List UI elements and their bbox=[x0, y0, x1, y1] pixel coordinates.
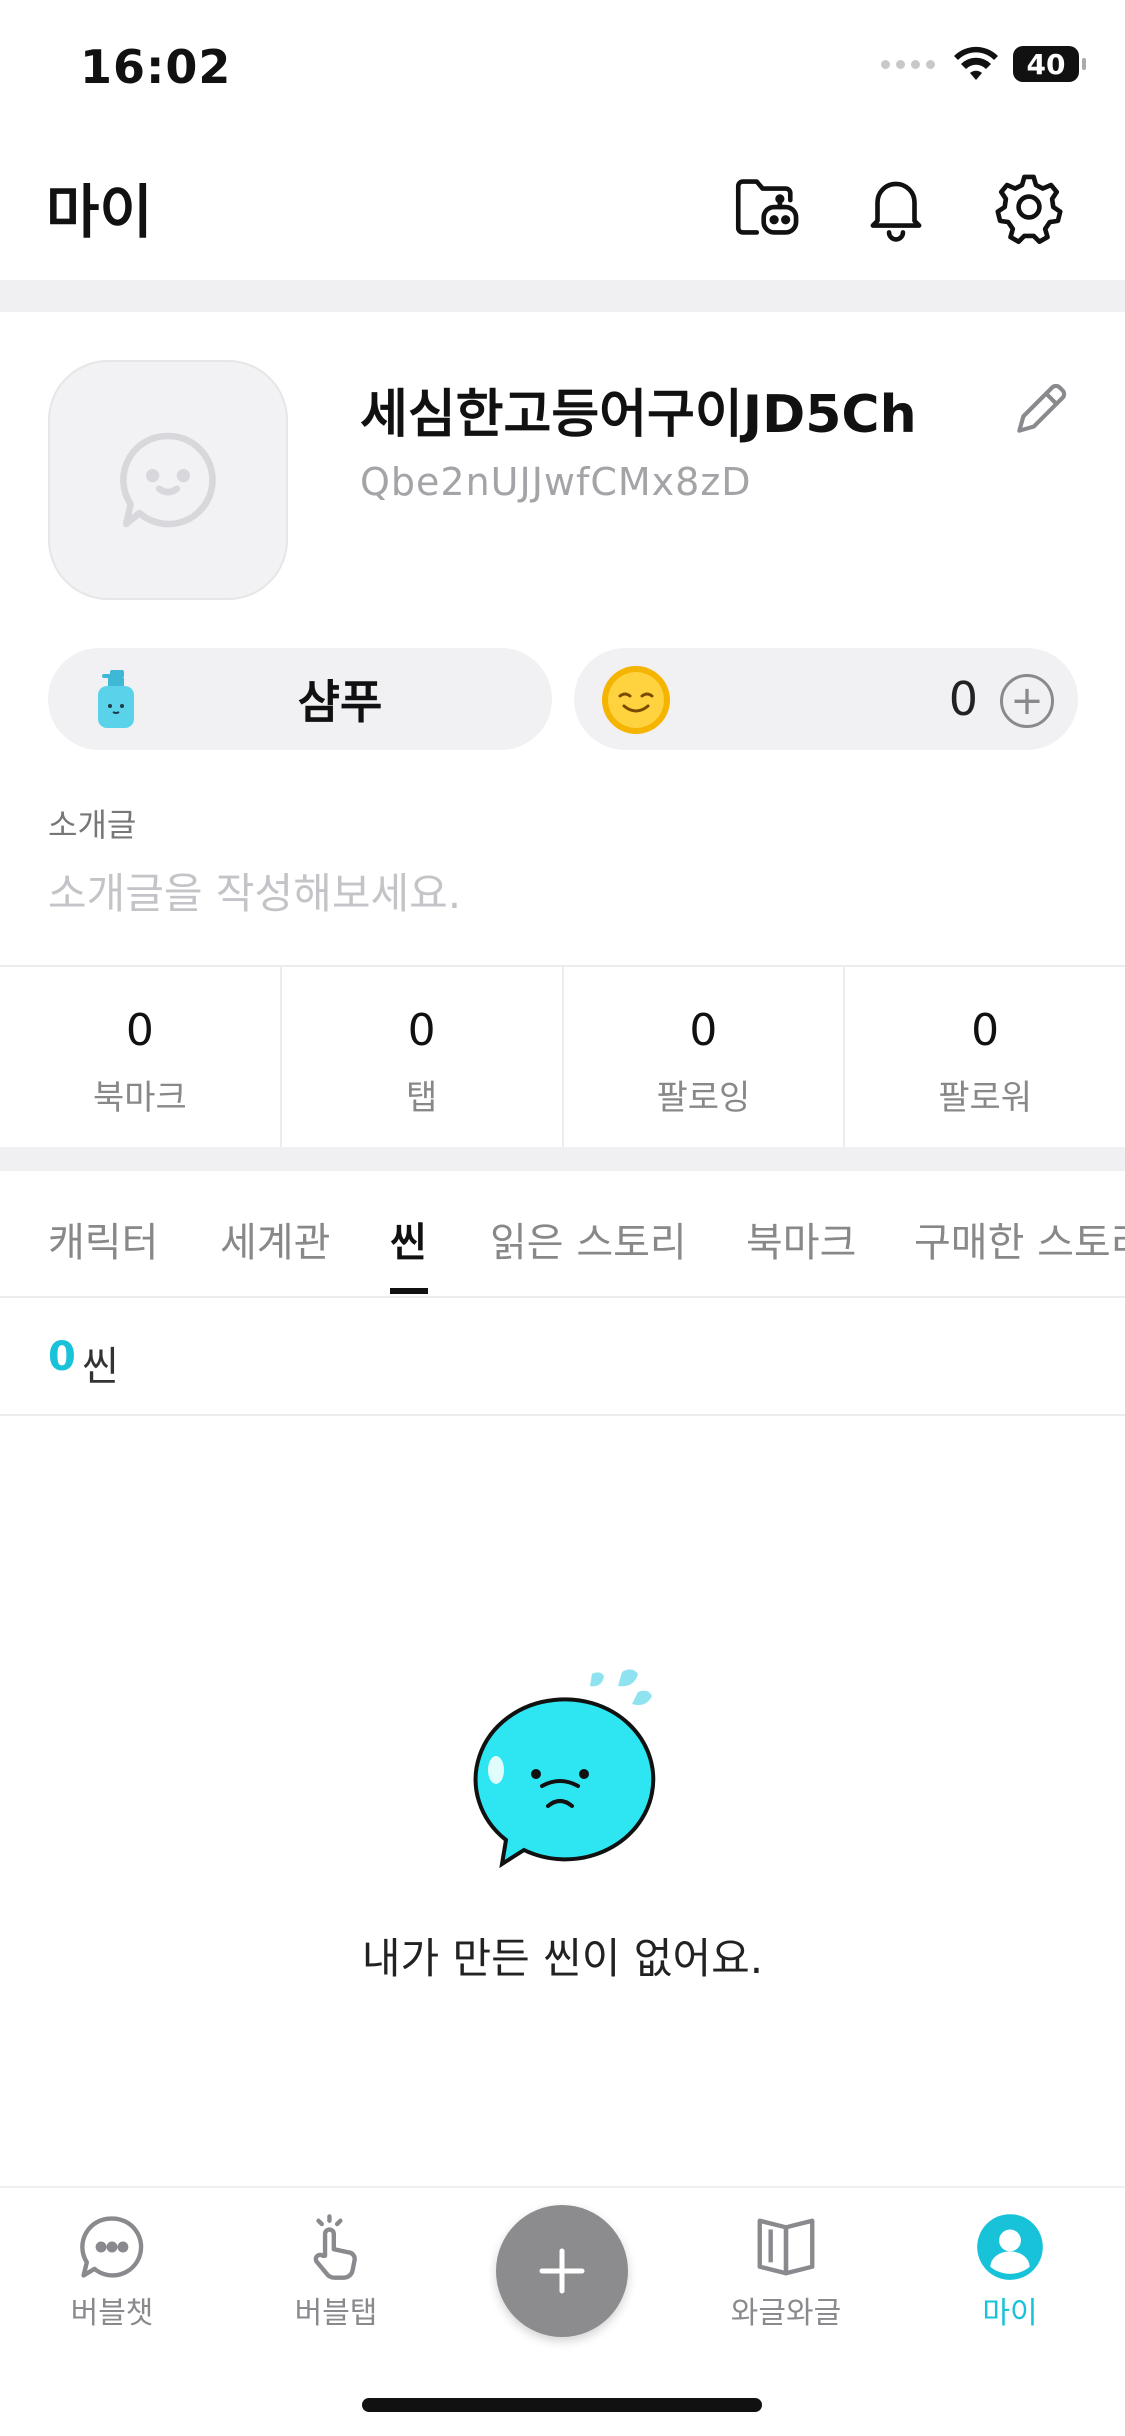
settings-button[interactable] bbox=[989, 167, 1069, 247]
nav-label: 버블챗 bbox=[70, 2296, 154, 2331]
nav-label: 와글와글 bbox=[730, 2296, 842, 2331]
chat-face-icon bbox=[120, 432, 216, 528]
pencil-icon bbox=[1017, 383, 1067, 433]
status-time: 16:02 bbox=[80, 40, 232, 94]
item-count-unit: 씬 bbox=[82, 1344, 119, 1390]
edit-profile-button[interactable] bbox=[1004, 370, 1080, 446]
stat-bookmark[interactable]: 0 북마크 bbox=[0, 967, 282, 1147]
stat-follower[interactable]: 0 팔로워 bbox=[845, 967, 1125, 1147]
sweating-bubble-icon bbox=[473, 1669, 656, 1869]
empty-message: 내가 만든 씬이 없어요. bbox=[361, 1934, 764, 1983]
profile-icon bbox=[977, 2214, 1043, 2280]
nav-label: 버블탭 bbox=[294, 2296, 378, 2331]
character-folder-button[interactable] bbox=[726, 167, 806, 247]
signal-icon bbox=[881, 59, 935, 69]
content-tabs: 캐릭터 세계관 씬 읽은 스토리 북마크 구매한 스토리 bbox=[0, 1170, 1125, 1298]
stat-label: 팔로잉 bbox=[656, 1078, 751, 1118]
page-title: 마이 bbox=[46, 178, 153, 246]
tab-read-stories[interactable]: 읽은 스토리 bbox=[490, 1210, 687, 1268]
nav-waglewagle[interactable]: 와글와글 bbox=[706, 2212, 866, 2332]
tab-scene[interactable]: 씬 bbox=[390, 1210, 427, 1268]
nav-label: 마이 bbox=[982, 2296, 1038, 2331]
home-indicator[interactable] bbox=[362, 2398, 762, 2412]
stat-tap[interactable]: 0 탭 bbox=[282, 967, 564, 1147]
chat-bubble-icon bbox=[80, 2216, 144, 2278]
top-header: 마이 bbox=[0, 135, 1125, 280]
tab-bookmark[interactable]: 북마크 bbox=[746, 1210, 856, 1268]
wifi-icon bbox=[954, 46, 998, 80]
nav-bubble-tap[interactable]: 버블탭 bbox=[256, 2212, 416, 2332]
stat-value: 0 bbox=[407, 1005, 436, 1056]
section-divider bbox=[0, 280, 1125, 312]
tab-worldview[interactable]: 세계관 bbox=[220, 1210, 330, 1268]
section-divider bbox=[0, 1147, 1125, 1171]
nav-bubble-chat[interactable]: 버블챗 bbox=[32, 2212, 192, 2332]
book-icon bbox=[757, 2218, 815, 2276]
tab-character[interactable]: 캐릭터 bbox=[48, 1210, 158, 1268]
tap-hand-icon bbox=[313, 2214, 357, 2280]
intro-label: 소개글 bbox=[48, 806, 137, 844]
item-count-row: 0 씬 bbox=[0, 1298, 1125, 1416]
battery-icon: 40 bbox=[1013, 46, 1086, 82]
active-tab-indicator bbox=[390, 1288, 428, 1294]
nav-my[interactable]: 마이 bbox=[930, 2212, 1090, 2332]
stat-label: 탭 bbox=[405, 1078, 438, 1118]
gear-icon bbox=[995, 174, 1063, 244]
stat-label: 북마크 bbox=[92, 1078, 187, 1118]
notification-button[interactable] bbox=[856, 167, 936, 247]
coin-balance[interactable]: 0 + bbox=[574, 648, 1078, 750]
profile-id: Qbe2nUJJwfCMx8zD bbox=[360, 460, 752, 504]
coin-count: 0 bbox=[948, 672, 978, 726]
stat-value: 0 bbox=[689, 1005, 718, 1056]
create-button[interactable] bbox=[496, 2205, 628, 2337]
intro-placeholder[interactable]: 소개글을 작성해보세요. bbox=[48, 860, 461, 921]
stats-row: 0 북마크 0 탭 0 팔로잉 0 팔로워 bbox=[0, 965, 1125, 1147]
stat-following[interactable]: 0 팔로잉 bbox=[564, 967, 846, 1147]
add-coin-button[interactable]: + bbox=[1000, 674, 1054, 728]
bell-icon bbox=[870, 181, 922, 242]
tab-purchased-stories[interactable]: 구매한 스토리 bbox=[914, 1210, 1125, 1268]
robot-folder-icon bbox=[735, 179, 799, 235]
coin-face-icon bbox=[602, 666, 670, 734]
stat-value: 0 bbox=[125, 1005, 154, 1056]
profile-name: 세심한고등어구이JD5Ch bbox=[360, 385, 917, 445]
shampoo-button[interactable]: 샴푸 bbox=[48, 648, 552, 750]
avatar[interactable] bbox=[48, 360, 288, 600]
stat-value: 0 bbox=[971, 1005, 1000, 1056]
item-count: 0 bbox=[48, 1334, 76, 1380]
status-bar: 16:02 40 bbox=[0, 0, 1125, 135]
shampoo-label: 샴푸 bbox=[297, 675, 383, 729]
status-indicators: 40 bbox=[881, 46, 1086, 82]
stat-label: 팔로워 bbox=[938, 1078, 1033, 1118]
plus-icon bbox=[539, 2248, 585, 2294]
